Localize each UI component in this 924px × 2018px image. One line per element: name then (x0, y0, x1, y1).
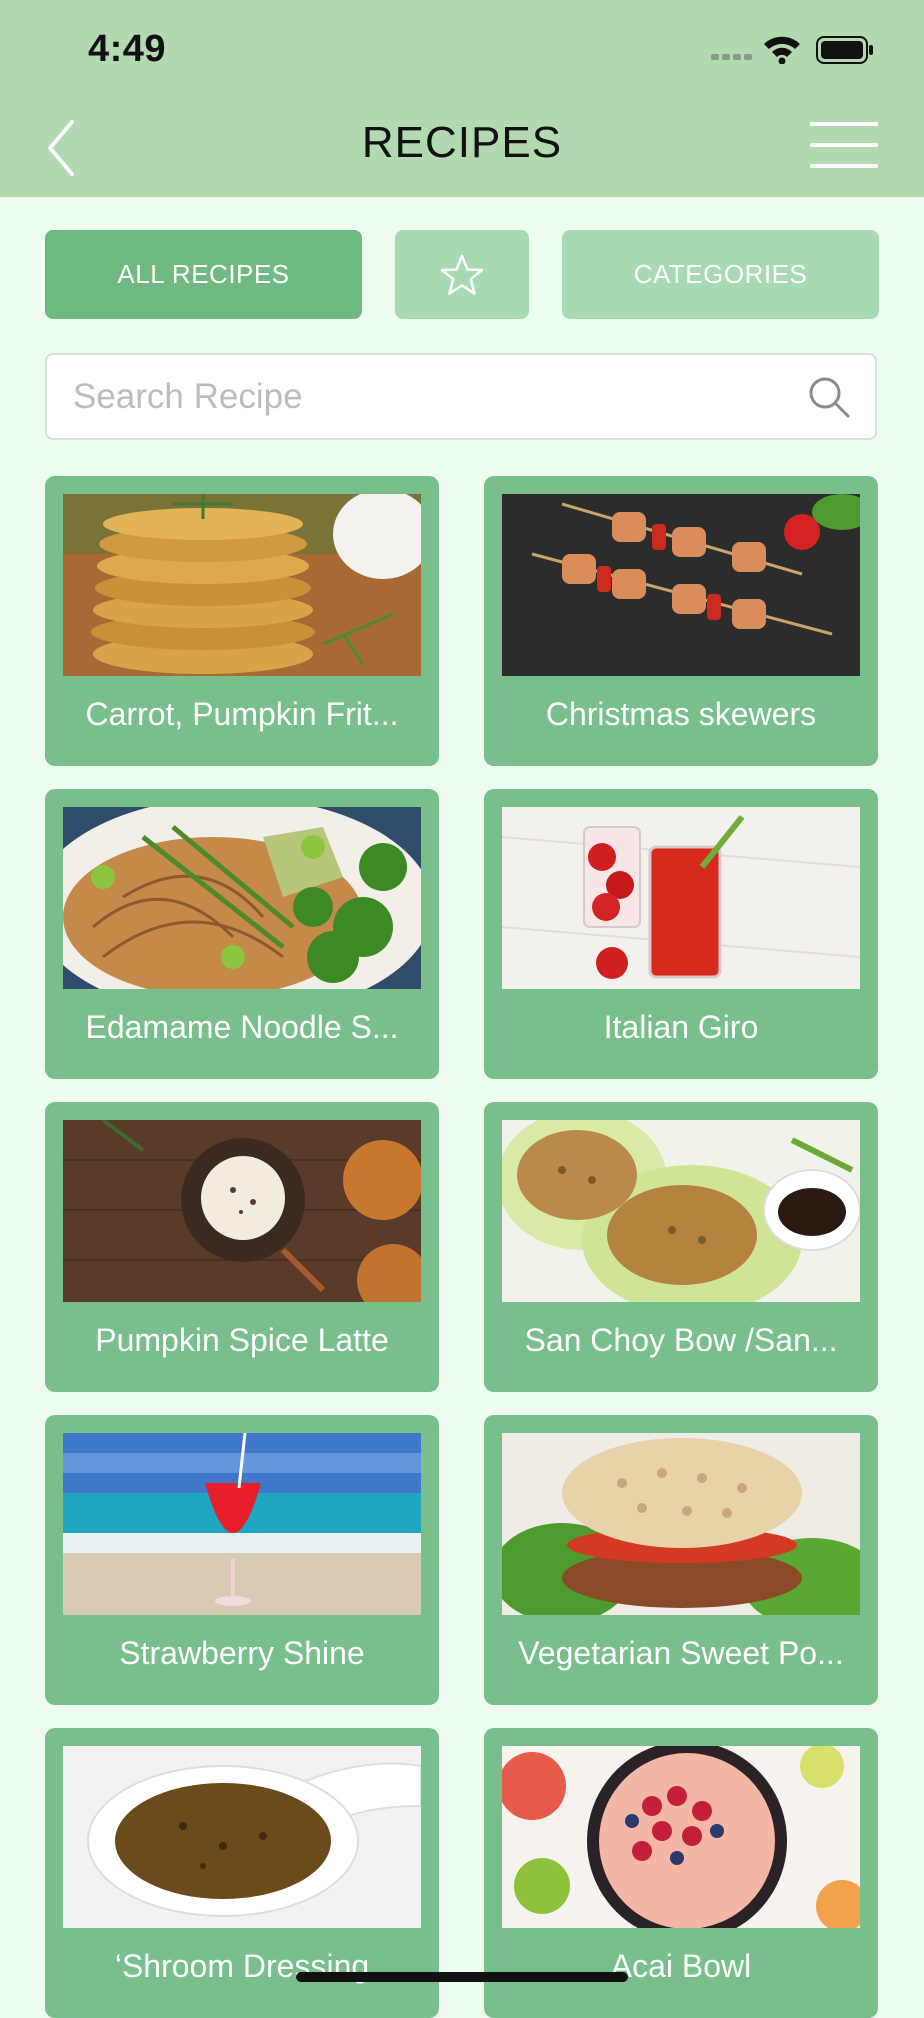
wifi-icon (764, 36, 800, 64)
recipe-image-sweet-potato-burger (502, 1433, 860, 1615)
recipe-name: Christmas skewers (545, 696, 817, 732)
recipe-card[interactable]: Christmas skewers (484, 476, 878, 766)
recipe-card[interactable]: Edamame Noodle S... (45, 789, 439, 1079)
recipe-card[interactable]: Italian Giro (484, 789, 878, 1079)
recipe-card[interactable]: Strawberry Shine (45, 1415, 439, 1705)
cellular-signal-icon (711, 54, 752, 60)
recipe-image-acai-bowl (502, 1746, 860, 1928)
recipe-name: Italian Giro (603, 1009, 759, 1045)
recipe-image-fritters (63, 494, 421, 676)
battery-icon (816, 36, 873, 64)
recipe-name: Strawberry Shine (119, 1635, 365, 1671)
recipe-image-beach-drink (63, 1433, 421, 1615)
tab-favorites[interactable] (395, 230, 529, 319)
recipe-image-dressing (63, 1746, 421, 1928)
nav-header: 4:49 RECIPES (0, 0, 924, 197)
search-placeholder: Search Recipe (73, 377, 303, 416)
page-title: RECIPES (361, 118, 563, 167)
recipe-image-skewers (502, 494, 860, 676)
recipe-name: Vegetarian Sweet Po... (518, 1635, 844, 1671)
star-icon (440, 254, 484, 295)
tab-categories[interactable]: CATEGORIES (562, 230, 879, 319)
recipe-card[interactable]: Carrot, Pumpkin Frit... (45, 476, 439, 766)
recipe-image-lettuce-wraps (502, 1120, 860, 1302)
recipe-name: Pumpkin Spice Latte (95, 1322, 389, 1358)
recipe-image-tomato-drink (502, 807, 860, 989)
recipe-name: Edamame Noodle S... (85, 1009, 399, 1045)
tab-all-recipes[interactable]: ALL RECIPES (45, 230, 362, 319)
recipe-card[interactable]: Pumpkin Spice Latte (45, 1102, 439, 1392)
recipe-name: Carrot, Pumpkin Frit... (85, 696, 399, 732)
search-input[interactable]: Search Recipe (45, 353, 877, 440)
recipe-card[interactable]: Vegetarian Sweet Po... (484, 1415, 878, 1705)
recipe-card[interactable]: San Choy Bow /San... (484, 1102, 878, 1392)
status-time: 4:49 (88, 28, 167, 70)
hamburger-menu-icon[interactable] (810, 120, 878, 170)
recipe-image-noodles (63, 807, 421, 989)
recipe-image-latte (63, 1120, 421, 1302)
search-icon[interactable] (807, 375, 851, 419)
recipe-name: San Choy Bow /San... (524, 1322, 838, 1358)
home-indicator (296, 1972, 628, 1982)
